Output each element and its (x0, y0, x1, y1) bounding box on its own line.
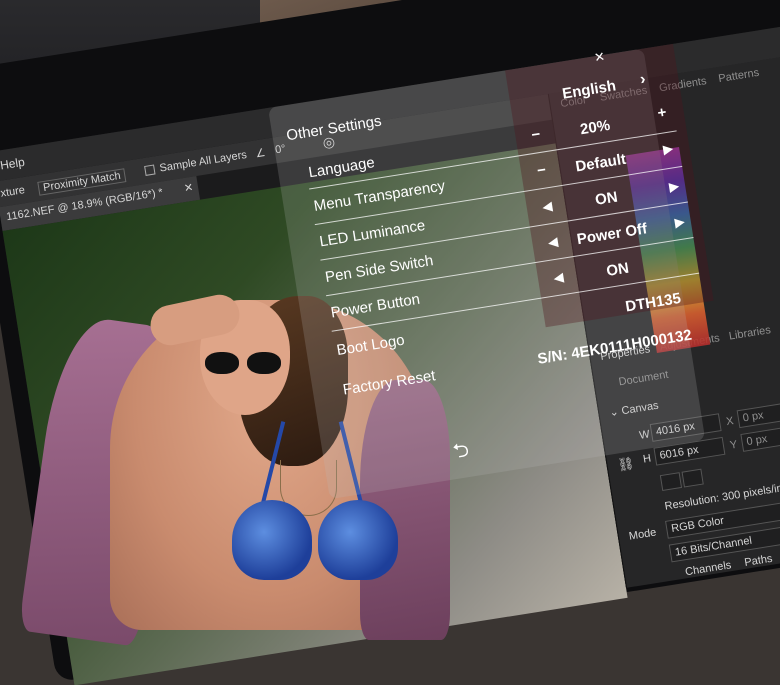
osd-close-icon[interactable]: ✕ (593, 49, 606, 67)
height-value: 6016 px (658, 443, 700, 462)
panel-tab-patterns[interactable]: Patterns (718, 67, 760, 85)
osd-title: Other Settings (285, 112, 383, 145)
portrait-icon[interactable] (659, 472, 683, 492)
mode-value: RGB Color (670, 514, 725, 535)
bits-value: 16 Bits/Channel (674, 534, 753, 559)
x-label: X (725, 415, 735, 429)
osd-row-factory-reset[interactable]: Factory Reset (342, 367, 437, 398)
y-label: Y (729, 438, 739, 452)
mode-label: Mode (628, 526, 658, 543)
x-field[interactable]: 0 px (736, 400, 780, 429)
y-value: 0 px (745, 433, 769, 449)
chevron-right-icon[interactable]: ▶ (662, 141, 673, 156)
x-value: 0 px (742, 409, 765, 425)
texture-option[interactable]: xture (0, 184, 26, 200)
osd-row-boot-logo[interactable]: Boot Logo (335, 332, 405, 359)
chevron-right-icon[interactable]: ▶ (668, 179, 679, 194)
close-tab-icon[interactable]: ✕ (183, 181, 194, 195)
osd-row-language[interactable]: Language (307, 154, 376, 181)
checkbox-icon (144, 164, 156, 177)
osd-row-power-button[interactable]: Power Button (330, 291, 422, 322)
return-icon[interactable]: ⮌ (442, 434, 479, 463)
osd-row-menu-transparency[interactable]: Menu Transparency (313, 177, 447, 215)
sunglasses (205, 352, 285, 374)
bikini-top-left (232, 500, 312, 580)
angle-icon: ∠ (254, 147, 267, 161)
osd-other-settings-menu: ✕ Other Settings English › Language − 20… (268, 43, 714, 500)
landscape-icon[interactable] (681, 468, 704, 488)
menu-help[interactable]: Help (0, 155, 26, 173)
osd-serial-number: S/N: 4EK0111H000132 (536, 326, 694, 368)
sample-all-layers-label: Sample All Layers (158, 148, 248, 175)
chevron-right-icon[interactable]: ▶ (674, 214, 685, 229)
bikini-top-right (318, 500, 398, 580)
height-label: H (642, 452, 652, 466)
libraries-tab[interactable]: Libraries (728, 324, 772, 342)
link-icon[interactable]: ⛓ (617, 455, 636, 473)
y-field[interactable]: 0 px (740, 424, 780, 452)
